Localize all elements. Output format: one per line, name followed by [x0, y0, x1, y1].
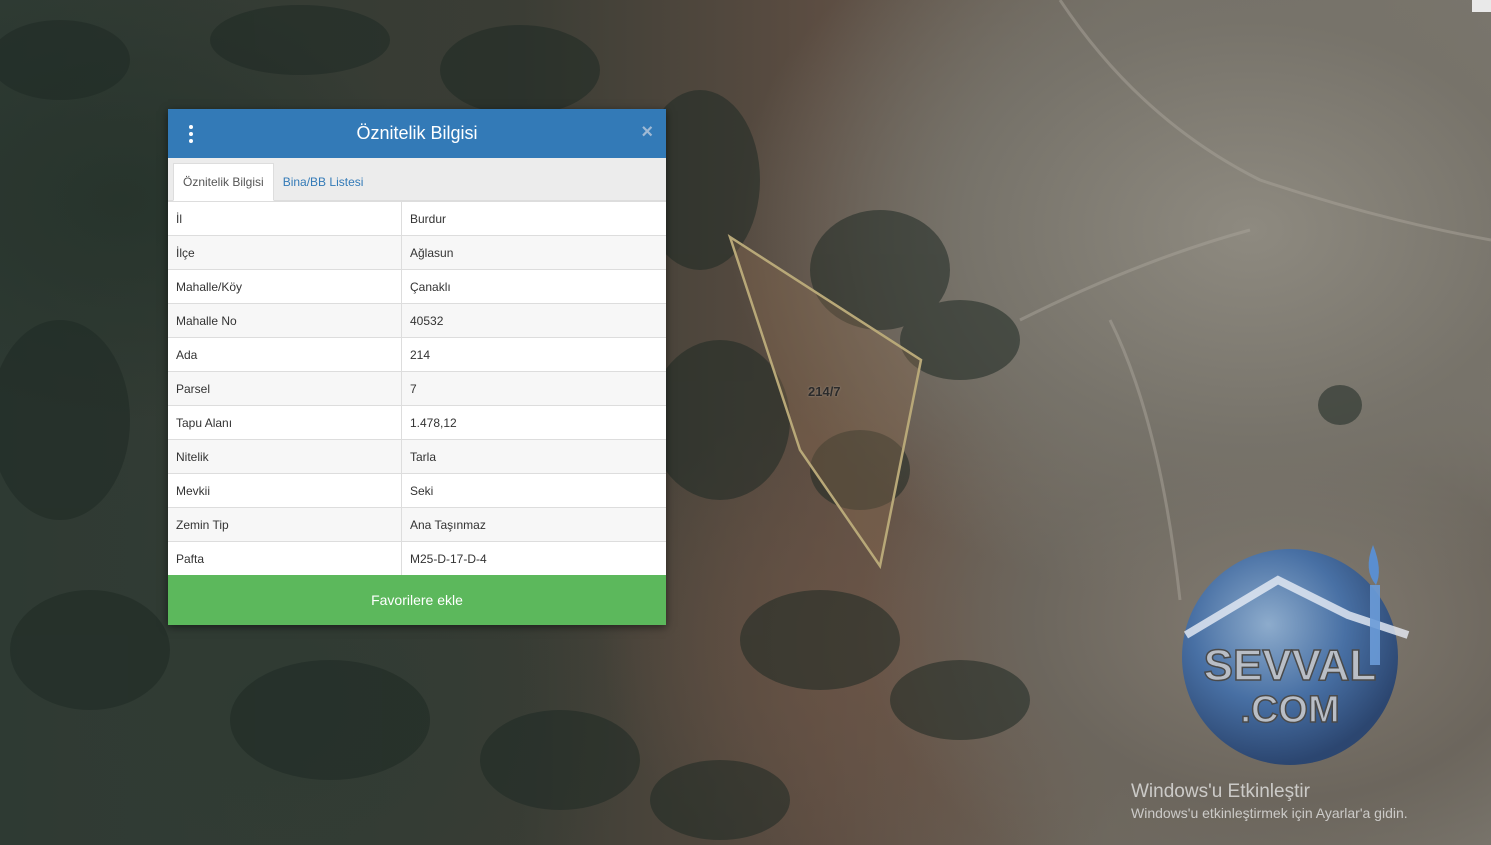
row-value: M25-D-17-D-4 — [401, 541, 666, 575]
sevval-logo-watermark: SEVVAL .COM — [1182, 545, 1410, 765]
tab-building-list[interactable]: Bina/BB Listesi — [274, 164, 373, 200]
row-key: Mahalle No — [168, 303, 402, 338]
tab-attribute-info[interactable]: Öznitelik Bilgisi — [173, 163, 274, 201]
table-row: Ada 214 — [168, 337, 666, 372]
close-icon[interactable]: × — [641, 122, 653, 142]
row-key: Ada — [168, 337, 402, 372]
table-row: Zemin Tip Ana Taşınmaz — [168, 507, 666, 542]
row-value: 1.478,12 — [401, 405, 666, 440]
add-to-favorites-button[interactable]: Favorilere ekle — [168, 575, 666, 625]
row-value: Tarla — [401, 439, 666, 474]
row-value: Ana Taşınmaz — [401, 507, 666, 542]
row-value: 7 — [401, 371, 666, 406]
table-row: İl Burdur — [168, 201, 666, 236]
panel-tabs: Öznitelik Bilgisi Bina/BB Listesi — [168, 158, 666, 201]
row-key: Mevkii — [168, 473, 402, 508]
table-row: Mahalle No 40532 — [168, 303, 666, 338]
activation-subtitle: Windows'u etkinleştirmek için Ayarlar'a … — [1131, 805, 1408, 821]
row-key: Tapu Alanı — [168, 405, 402, 440]
logo-text-bottom: .COM — [1240, 689, 1339, 731]
panel-header: Öznitelik Bilgisi × — [168, 109, 666, 158]
row-key: İlçe — [168, 235, 402, 270]
row-key: Nitelik — [168, 439, 402, 474]
attribute-table: İl Burdur İlçe Ağlasun Mahalle/Köy Çanaklı … — [168, 201, 666, 575]
attribute-panel: Öznitelik Bilgisi × Öznitelik Bilgisi Bi… — [168, 109, 666, 625]
activation-title: Windows'u Etkinleştir — [1131, 781, 1310, 802]
table-row: Mahalle/Köy Çanaklı — [168, 269, 666, 304]
row-value: Burdur — [401, 201, 666, 236]
table-row: Parsel 7 — [168, 371, 666, 406]
table-row: Pafta M25-D-17-D-4 — [168, 541, 666, 575]
row-key: Zemin Tip — [168, 507, 402, 542]
kebab-menu-icon[interactable] — [188, 125, 194, 143]
row-key: Mahalle/Köy — [168, 269, 402, 304]
logo-text-top: SEVVAL — [1204, 641, 1377, 690]
table-row: Nitelik Tarla — [168, 439, 666, 474]
row-key: İl — [168, 201, 402, 236]
table-row: İlçe Ağlasun — [168, 235, 666, 270]
row-value: 214 — [401, 337, 666, 372]
row-value: 40532 — [401, 303, 666, 338]
row-key: Pafta — [168, 541, 402, 575]
row-value: Çanaklı — [401, 269, 666, 304]
row-key: Parsel — [168, 371, 402, 406]
parcel-label: 214/7 — [808, 384, 841, 399]
panel-title: Öznitelik Bilgisi — [356, 123, 478, 143]
corner-control — [1472, 0, 1491, 12]
row-value: Seki — [401, 473, 666, 508]
windows-activation-notice: Windows'u Etkinleştir Windows'u etkinleş… — [1131, 781, 1408, 821]
table-row: Tapu Alanı 1.478,12 — [168, 405, 666, 440]
row-value: Ağlasun — [401, 235, 666, 270]
table-row: Mevkii Seki — [168, 473, 666, 508]
